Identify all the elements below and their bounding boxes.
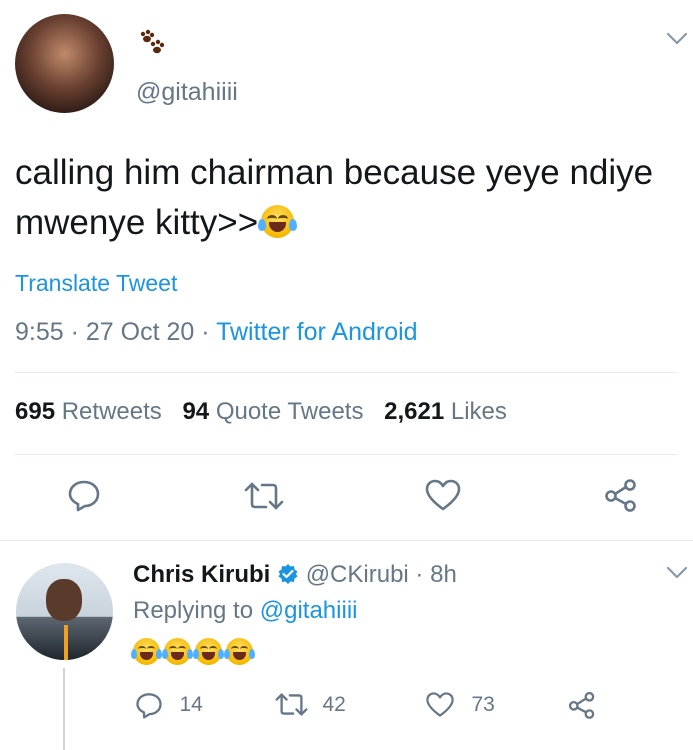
reply-like-action[interactable]: 73 xyxy=(425,691,495,718)
meta-separator: · xyxy=(70,318,79,346)
likes-label: Likes xyxy=(450,398,507,425)
retweets-stat[interactable]: 695 Retweets xyxy=(15,398,168,425)
tweet-stats: 695 Retweets 94 Quote Tweets 2,621 Likes xyxy=(15,398,507,426)
face-with-tears-of-joy-icon xyxy=(224,638,255,665)
avatar-tie xyxy=(64,625,68,660)
reply-header: Chris Kirubi @CKirubi · 8h xyxy=(133,561,457,592)
avatar-face xyxy=(46,579,82,621)
translate-tweet-link[interactable]: Translate Tweet xyxy=(15,270,177,297)
reply-icon[interactable] xyxy=(67,478,101,512)
reply-thread-line xyxy=(63,668,65,750)
reply-icon xyxy=(135,691,163,719)
replying-to: Replying to @gitahiiii xyxy=(133,597,357,625)
quotes-label: Quote Tweets xyxy=(215,398,364,425)
reply-retweet-action[interactable]: 42 xyxy=(275,691,346,718)
divider xyxy=(15,372,678,373)
retweet-icon[interactable] xyxy=(244,480,284,512)
divider xyxy=(15,454,678,455)
chevron-down-icon[interactable] xyxy=(666,32,688,46)
retweets-count: 695 xyxy=(15,398,56,425)
reply-share-icon[interactable] xyxy=(568,691,596,719)
tweet-source-link[interactable]: Twitter for Android xyxy=(216,318,417,346)
replying-to-handle[interactable]: @gitahiiii xyxy=(260,597,358,624)
face-with-tears-of-joy-icon xyxy=(193,638,224,665)
paw-prints-icon xyxy=(137,28,167,58)
likes-stat[interactable]: 2,621 Likes xyxy=(384,398,507,425)
retweet-icon xyxy=(275,691,308,718)
meta-separator: · xyxy=(201,318,210,346)
quotes-count: 94 xyxy=(182,398,210,425)
reply-age: 8h xyxy=(430,561,457,588)
face-with-tears-of-joy-icon xyxy=(162,638,193,665)
reply-emoji-row xyxy=(131,638,255,665)
tweet-date: 27 Oct 20 xyxy=(85,318,195,346)
tweet-time: 9:55 xyxy=(15,318,64,346)
reply-handle[interactable]: @CKirubi xyxy=(306,561,409,588)
likes-count: 2,621 xyxy=(384,398,445,425)
meta-separator: · xyxy=(415,561,424,588)
tweet-meta: 9:55 · 27 Oct 20 · Twitter for Android xyxy=(15,318,418,347)
face-with-tears-of-joy-icon xyxy=(258,205,298,239)
section-divider xyxy=(0,540,693,541)
like-heart-icon xyxy=(425,691,455,718)
replying-to-prefix: Replying to xyxy=(133,597,254,624)
quotes-stat[interactable]: 94 Quote Tweets xyxy=(182,398,370,425)
tweet-text: calling him chairman because yeye ndiye … xyxy=(15,148,665,248)
tweet-text-body: calling him chairman because yeye ndiye … xyxy=(15,153,654,242)
reply-chevron-down-icon[interactable] xyxy=(666,566,688,580)
reply-author-avatar[interactable] xyxy=(16,563,113,660)
retweet-count: 42 xyxy=(322,692,346,716)
like-count: 73 xyxy=(471,692,495,716)
reply-author-name[interactable]: Chris Kirubi xyxy=(133,561,270,588)
author-handle[interactable]: @gitahiiii xyxy=(136,78,238,107)
reply-reply-action[interactable]: 14 xyxy=(135,691,203,719)
reply-count: 14 xyxy=(179,693,203,716)
share-icon[interactable] xyxy=(604,478,638,512)
face-with-tears-of-joy-icon xyxy=(131,638,162,665)
retweets-label: Retweets xyxy=(61,398,162,425)
like-heart-icon[interactable] xyxy=(424,478,462,512)
author-avatar[interactable] xyxy=(15,14,114,113)
verified-badge-icon xyxy=(277,563,299,592)
